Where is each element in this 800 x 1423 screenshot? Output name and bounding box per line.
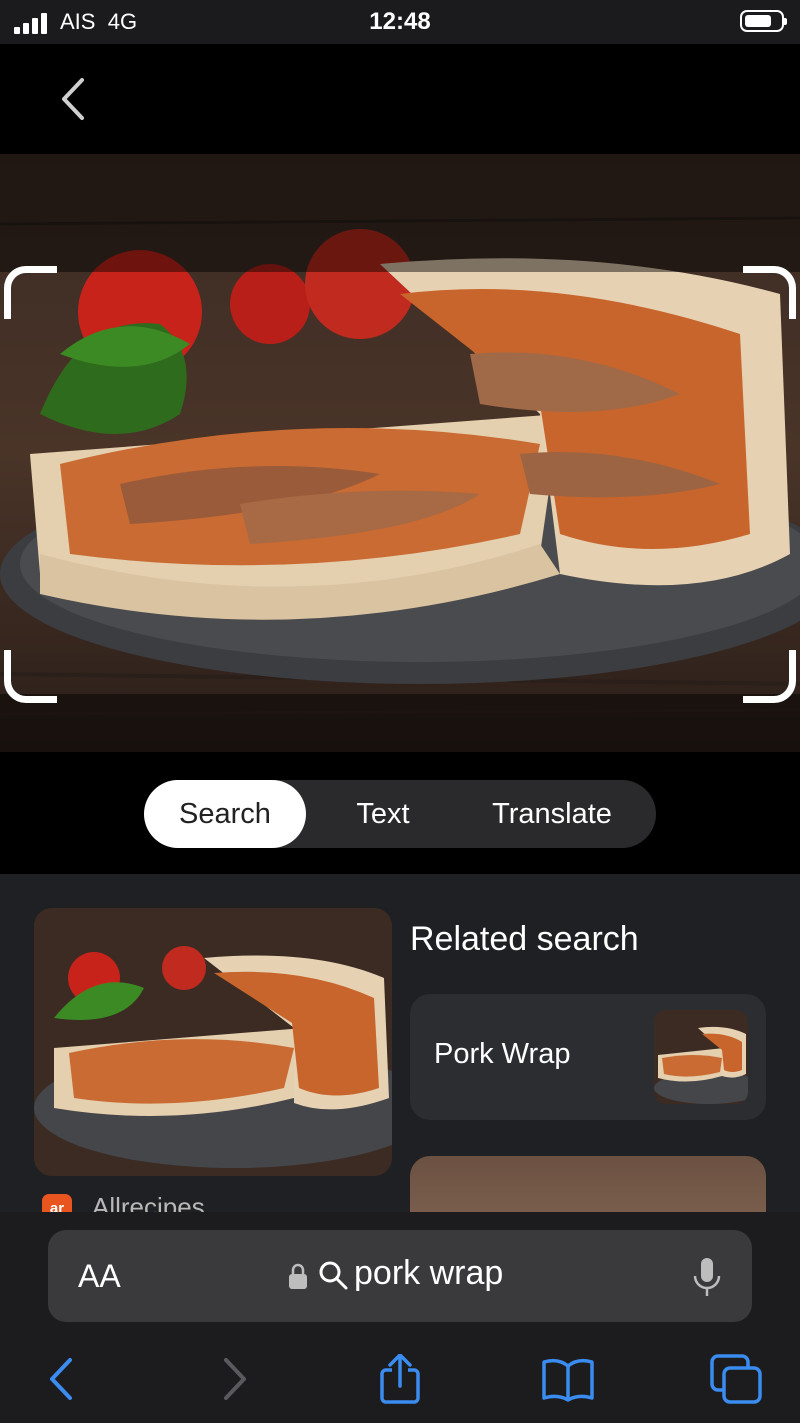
chevron-left-icon[interactable]: [54, 74, 94, 124]
related-search-item[interactable]: Pork Wrap: [410, 994, 766, 1120]
browser-toolbar: AA pork wrap: [0, 1212, 800, 1423]
tab-translate[interactable]: Translate: [464, 780, 640, 848]
related-search-label: Pork Wrap: [434, 1038, 571, 1070]
related-search-heading: Related search: [410, 920, 639, 958]
back-icon[interactable]: [34, 1354, 90, 1404]
tab-text[interactable]: Text: [324, 780, 442, 848]
clock: 12:48: [369, 8, 431, 35]
status-bar: AIS 4G 12:48: [0, 0, 800, 44]
address-bar[interactable]: AA pork wrap: [48, 1230, 752, 1322]
result-image[interactable]: [34, 908, 392, 1176]
allrecipes-logo-icon: ar: [42, 1194, 72, 1214]
share-icon[interactable]: [372, 1354, 428, 1404]
crop-dim-top: [0, 154, 800, 272]
related-search-thumbnail: [654, 1010, 748, 1104]
crop-handle-top-left[interactable]: [4, 266, 57, 319]
crop-handle-bottom-right[interactable]: [743, 650, 796, 703]
lock-icon: [289, 1263, 307, 1289]
results-panel: ar Allrecipes Related search Pork Wrap: [0, 874, 800, 1214]
forward-icon[interactable]: [206, 1354, 262, 1404]
battery-icon: [740, 10, 787, 32]
captured-photo[interactable]: [0, 154, 800, 752]
lens-header: [0, 44, 800, 154]
url-text: pork wrap: [354, 1254, 504, 1292]
search-icon: [319, 1261, 348, 1290]
crop-handle-bottom-left[interactable]: [4, 650, 57, 703]
book-icon[interactable]: [540, 1354, 596, 1404]
tab-search[interactable]: Search: [144, 780, 306, 848]
mode-bar: Search Text Translate: [0, 752, 800, 874]
related-search-item-2[interactable]: [410, 1156, 766, 1214]
crop-handle-top-right[interactable]: [743, 266, 796, 319]
text-size-button[interactable]: AA: [78, 1258, 121, 1295]
microphone-icon[interactable]: [692, 1256, 722, 1298]
crop-dim-bottom: [0, 694, 800, 752]
mode-selector: Search Text Translate: [144, 780, 656, 848]
tabs-icon[interactable]: [708, 1354, 764, 1404]
source-name: Allrecipes: [92, 1192, 205, 1214]
